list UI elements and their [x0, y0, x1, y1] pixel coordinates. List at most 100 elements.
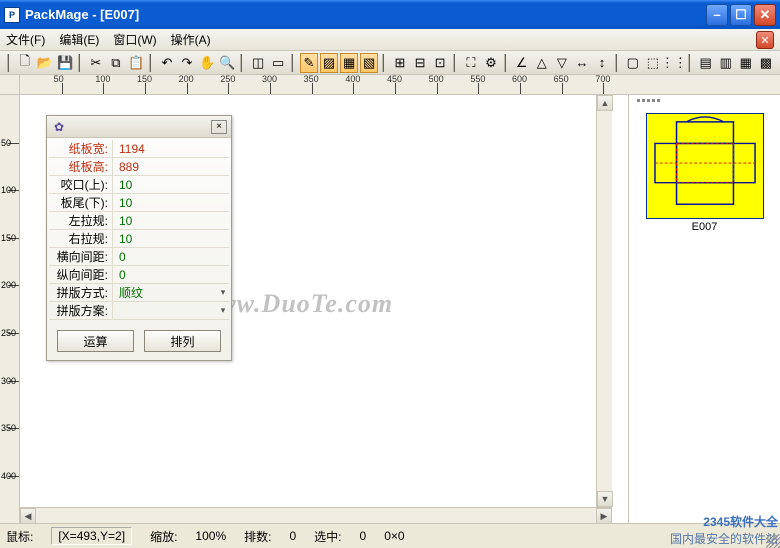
ruler-vertical[interactable]: 50100150200250300350400 [0, 95, 20, 523]
canvas[interactable]: www.DuoTe.com ✿ × 纸板宽:纸板高:咬口(上):板尾(下):左拉… [20, 95, 612, 507]
chevron-down-icon[interactable]: ▾ [217, 287, 229, 298]
statusbar: 鼠标: [X=493,Y=2] 缩放: 100% 排数: 0 选中: 0 0×0… [0, 523, 780, 548]
panel-input-1[interactable] [119, 160, 229, 174]
view-sheet-icon[interactable]: ▦ [737, 53, 755, 73]
select-crop-icon[interactable]: ◫ [249, 53, 267, 73]
panel-label: 拼版方式: [49, 284, 113, 301]
panel-input-3[interactable] [119, 196, 229, 210]
tri-up-icon[interactable]: △ [533, 53, 551, 73]
status-count-label: 排数: [244, 528, 271, 545]
panel-row-0: 纸板宽: [49, 140, 229, 158]
scrollbar-horizontal[interactable]: ◀ ▶ [20, 507, 612, 523]
arrange-button[interactable]: 排列 [144, 330, 221, 352]
view-form-icon[interactable]: ▤ [697, 53, 715, 73]
zoom-icon[interactable]: 🔍 [218, 53, 236, 73]
grip-icon[interactable]: ⋮⋮ [664, 53, 684, 73]
panel-row-9: 拼版方案: ▾ [49, 302, 229, 320]
menu-edit[interactable]: 编辑(E) [59, 31, 99, 48]
tool-rect-fill-icon[interactable]: ▦ [340, 53, 358, 73]
tool-hatch-sw-icon[interactable]: ▨ [320, 53, 338, 73]
panel-input-4[interactable] [119, 214, 229, 228]
panel-row-1: 纸板高: [49, 158, 229, 176]
layout-grid-icon[interactable]: ⊞ [391, 53, 409, 73]
panel-label: 左拉规: [49, 212, 113, 229]
arrow-lr-icon[interactable]: ↔ [573, 53, 591, 73]
panel-label: 咬口(上): [49, 176, 113, 193]
panel-label: 纵向间距: [49, 266, 113, 283]
side-grip[interactable] [633, 99, 776, 109]
settings-gear-icon[interactable]: ⚙ [482, 53, 500, 73]
panel-input-6[interactable] [119, 250, 229, 264]
panel-input-2[interactable] [119, 178, 229, 192]
status-sel-value: 0 [360, 529, 367, 543]
panel-label: 纸板宽: [49, 140, 113, 157]
status-count-value: 0 [289, 529, 296, 543]
arrow-ud-icon[interactable]: ↕ [593, 53, 611, 73]
ruler-corner [0, 75, 20, 95]
scroll-up-icon[interactable]: ▲ [597, 95, 613, 111]
status-zoom-label: 缩放: [150, 528, 177, 545]
panel-row-4: 左拉规: [49, 212, 229, 230]
paste-icon[interactable]: 📋 [127, 53, 145, 73]
undo-icon[interactable]: ↶ [158, 53, 176, 73]
cut-icon[interactable]: ✂ [87, 53, 105, 73]
minimize-button[interactable]: – [706, 4, 728, 26]
view-panel-icon[interactable]: ▩ [757, 53, 775, 73]
fit-icon[interactable]: ⛶ [462, 53, 480, 73]
panel-label: 板尾(下): [49, 194, 113, 211]
panel-row-2: 咬口(上): [49, 176, 229, 194]
panel-row-7: 纵向间距: [49, 266, 229, 284]
box-big-icon[interactable]: ▢ [624, 53, 642, 73]
toolbar: 🗋📂💾✂⧉📋↶↷✋🔍◫▭✎▨▦▧⊞⊟⊡⛶⚙∠△▽↔↕▢⬚⋮⋮▤▥▦▩ [0, 51, 780, 75]
layout-h-icon[interactable]: ⊟ [411, 53, 429, 73]
panel-input-8[interactable] [119, 285, 217, 299]
panel-row-3: 板尾(下): [49, 194, 229, 212]
tool-pencil-icon[interactable]: ✎ [300, 53, 318, 73]
status-dim: 0×0 [384, 529, 404, 543]
panel-header[interactable]: ✿ × [47, 116, 231, 138]
chevron-down-icon[interactable]: ▾ [217, 305, 229, 316]
panel-input-0[interactable] [119, 142, 229, 156]
panel-input-9[interactable] [119, 304, 217, 318]
work-area: 5010015020025030035040045050055060065070… [0, 75, 780, 523]
window-title: PackMage - [E007] [25, 7, 706, 22]
hand-icon[interactable]: ✋ [198, 53, 216, 73]
titlebar: P PackMage - [E007] – ☐ ✕ [0, 0, 780, 29]
panel-close-icon[interactable]: × [211, 120, 227, 134]
tool-hatch-ne-icon[interactable]: ▧ [360, 53, 378, 73]
menu-file[interactable]: 文件(F) [6, 31, 45, 48]
panel-label: 右拉规: [49, 230, 113, 247]
panel-input-7[interactable] [119, 268, 229, 282]
close-button[interactable]: ✕ [754, 4, 776, 26]
panel-row-8: 拼版方式: ▾ [49, 284, 229, 302]
view-list-icon[interactable]: ▥ [717, 53, 735, 73]
maximize-button[interactable]: ☐ [730, 4, 752, 26]
template-preview[interactable] [646, 113, 764, 219]
scroll-right-icon[interactable]: ▶ [596, 508, 612, 524]
open-icon[interactable]: 📂 [36, 53, 54, 73]
save-icon[interactable]: 💾 [56, 53, 74, 73]
new-icon[interactable]: 🗋 [16, 53, 34, 73]
redo-icon[interactable]: ↷ [178, 53, 196, 73]
calc-button[interactable]: 运算 [57, 330, 134, 352]
status-zoom-value: 100% [195, 529, 226, 543]
tri-down-icon[interactable]: ▽ [553, 53, 571, 73]
resize-grip-icon[interactable] [766, 534, 780, 548]
scrollbar-vertical[interactable]: ▲ ▼ [596, 95, 612, 507]
box-dotted-icon[interactable]: ⬚ [644, 53, 662, 73]
layout-v-icon[interactable]: ⊡ [431, 53, 449, 73]
menu-window[interactable]: 窗口(W) [113, 31, 156, 48]
menu-action[interactable]: 操作(A) [171, 31, 211, 48]
layout-panel[interactable]: ✿ × 纸板宽:纸板高:咬口(上):板尾(下):左拉规:右拉规:横向间距:纵向间… [46, 115, 232, 361]
scroll-down-icon[interactable]: ▼ [597, 491, 613, 507]
ruler-horizontal[interactable]: 5010015020025030035040045050055060065070… [20, 75, 780, 95]
document-close-button[interactable]: ✕ [756, 31, 774, 49]
copy-icon[interactable]: ⧉ [107, 53, 125, 73]
side-panel: E007 [628, 95, 780, 523]
panel-label: 拼版方案: [49, 302, 113, 319]
scroll-left-icon[interactable]: ◀ [20, 508, 36, 524]
app-icon: P [4, 7, 20, 23]
measure-angle-icon[interactable]: ∠ [513, 53, 531, 73]
panel-input-5[interactable] [119, 232, 229, 246]
select-rect-icon[interactable]: ▭ [269, 53, 287, 73]
